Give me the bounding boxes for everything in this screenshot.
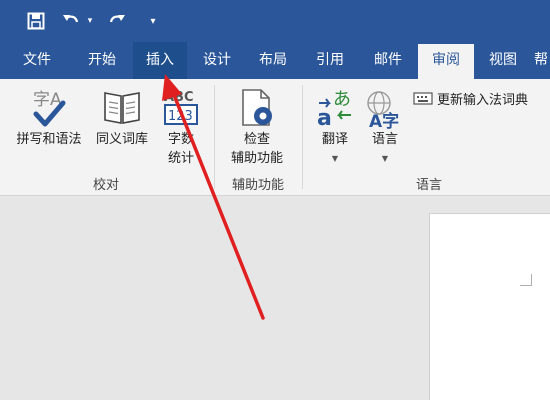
word-count-123-glyph: 123 xyxy=(168,109,193,124)
thesaurus-label: 同义词库 xyxy=(95,132,148,147)
margin-corner-mark xyxy=(520,274,532,286)
word-count-button[interactable]: ABC 123 字数 统计 xyxy=(156,79,206,169)
accessibility-check-icon xyxy=(237,87,277,133)
tab-design[interactable]: 设计 xyxy=(190,42,244,79)
update-ime-dictionary-label: 更新输入法词典 xyxy=(437,92,529,108)
keyboard-icon xyxy=(413,92,433,105)
document-page[interactable] xyxy=(429,213,550,400)
redo-icon xyxy=(109,15,125,23)
word-count-icon: ABC 123 xyxy=(161,87,201,131)
spelling-grammar-label: 拼写和语法 xyxy=(16,132,82,147)
thesaurus-button[interactable]: 同义词库 xyxy=(90,79,154,169)
check-accessibility-button[interactable]: 检查 辅助功能 xyxy=(218,79,296,169)
language-group-label: 语言 xyxy=(415,178,442,193)
tab-view[interactable]: 视图 xyxy=(476,42,530,79)
spelling-check-icon: 字A xyxy=(29,87,69,133)
undo-icon xyxy=(63,15,79,23)
proofing-group-label: 校对 xyxy=(92,178,119,193)
word-count-label-2: 统计 xyxy=(167,151,194,166)
customize-qat-button[interactable]: ▾ xyxy=(146,9,160,33)
word-count-abc-glyph: ABC xyxy=(164,90,194,105)
update-ime-dictionary-button[interactable]: 更新输入法词典 xyxy=(413,87,528,109)
translate-glyph-top: あ xyxy=(333,89,351,110)
translate-label: 翻译 xyxy=(321,132,348,147)
tab-help[interactable]: 帮 xyxy=(534,42,550,79)
tab-layout[interactable]: 布局 xyxy=(246,42,300,79)
tab-insert[interactable]: 插入 xyxy=(133,42,187,79)
save-button[interactable] xyxy=(24,9,48,33)
group-separator xyxy=(302,85,303,189)
tab-references[interactable]: 引用 xyxy=(303,42,357,79)
translate-button[interactable]: あ a 翻译 ▼ xyxy=(308,79,362,171)
spelling-grammar-button[interactable]: 字A 拼写和语法 xyxy=(8,79,90,169)
tab-home[interactable]: 开始 xyxy=(72,42,132,79)
language-glyph: A字 xyxy=(369,111,399,129)
ribbon-tabs: 文件 开始 插入 设计 布局 引用 邮件 审阅 视图 帮 xyxy=(0,42,550,79)
language-button[interactable]: A字 语言 ▼ xyxy=(360,79,410,171)
chevron-down-icon: ▼ xyxy=(331,154,339,163)
document-canvas[interactable] xyxy=(0,196,550,400)
translate-glyph-bottom: a xyxy=(317,106,332,129)
undo-button[interactable] xyxy=(60,9,82,33)
check-accessibility-label-2: 辅助功能 xyxy=(230,151,283,166)
chevron-down-icon: ▾ xyxy=(87,16,93,26)
translate-icon: あ a xyxy=(315,87,355,133)
save-icon xyxy=(27,12,45,30)
tab-review[interactable]: 审阅 xyxy=(418,44,474,79)
accessibility-group-label: 辅助功能 xyxy=(231,178,284,193)
language-icon: A字 xyxy=(365,87,405,133)
thesaurus-book-icon xyxy=(102,87,142,131)
tab-mailings[interactable]: 邮件 xyxy=(360,42,416,79)
chevron-down-icon: ▼ xyxy=(381,154,389,163)
redo-button[interactable] xyxy=(106,9,128,33)
tab-file[interactable]: 文件 xyxy=(6,42,68,79)
undo-dropdown[interactable]: ▾ xyxy=(84,9,96,33)
check-accessibility-label-1: 检查 xyxy=(243,132,270,147)
customize-icon: ▾ xyxy=(150,15,156,27)
quick-access-toolbar: ▾ ▾ xyxy=(0,0,550,42)
ribbon-panel: 字A 拼写和语法 同义词库 ABC 123 字数 统计 校对 检查 辅助功能 辅… xyxy=(0,79,550,196)
group-separator xyxy=(214,85,215,189)
word-count-label-1: 字数 xyxy=(167,132,194,147)
language-label: 语言 xyxy=(371,132,398,147)
